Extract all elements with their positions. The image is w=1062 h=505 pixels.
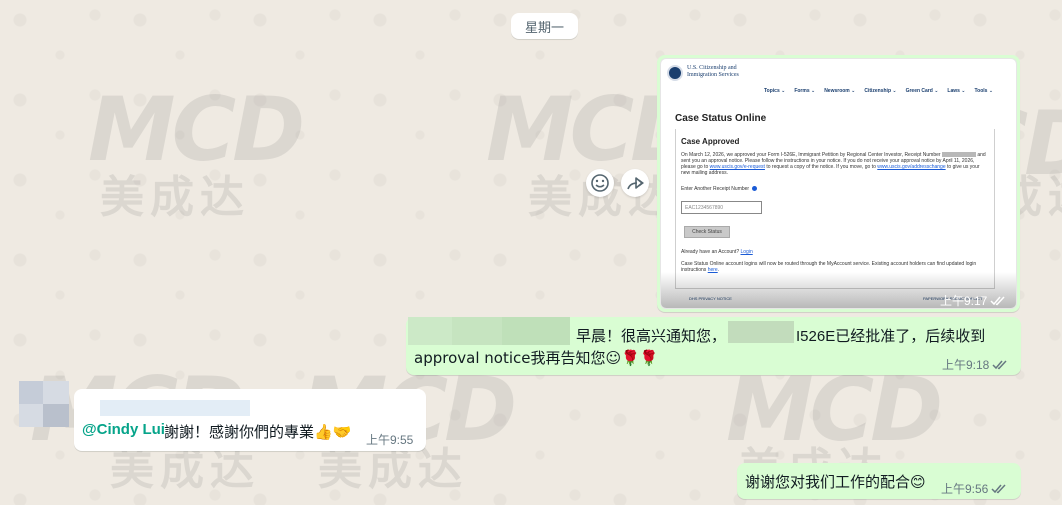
read-ticks-icon bbox=[992, 360, 1007, 370]
address-change-link: www.uscis.gov/addresschange bbox=[877, 164, 946, 170]
message-meta: 上午9:17 bbox=[940, 292, 1006, 309]
nav-item: Laws ⌄ bbox=[947, 88, 966, 94]
account-question-text: Already have an Account? bbox=[681, 249, 740, 255]
login-link: Login bbox=[740, 249, 753, 255]
account-question: Already have an Account? Login bbox=[681, 249, 753, 255]
receipt-label-text: Enter Another Receipt Number bbox=[681, 186, 750, 192]
avatar-pixel bbox=[19, 381, 43, 404]
forward-button[interactable] bbox=[621, 169, 649, 197]
nav-item: Topics ⌄ bbox=[764, 88, 786, 94]
message-text: approval notice我再告知您☺🌹🌹 bbox=[414, 349, 659, 367]
message-text: I526E已经批准了，后续收到 bbox=[796, 328, 986, 345]
redacted-sender-name bbox=[100, 400, 250, 416]
site-nav: Topics ⌄ Forms ⌄ Newsroom ⌄ Citizenship … bbox=[764, 88, 993, 94]
redacted-block bbox=[452, 317, 502, 345]
redacted-block bbox=[502, 317, 570, 345]
emoji-smile-icon bbox=[591, 174, 609, 192]
forward-icon bbox=[627, 177, 644, 190]
receipt-input: EAC1234567890 bbox=[681, 201, 762, 214]
read-ticks-icon bbox=[990, 296, 1005, 306]
date-separator: 星期一 bbox=[511, 13, 578, 39]
redacted-receipt bbox=[941, 152, 976, 158]
check-status-button: Check Status bbox=[684, 226, 730, 238]
nav-item: Green Card ⌄ bbox=[905, 88, 939, 94]
message-meta: 上午9:18 bbox=[942, 356, 1008, 373]
info-icon bbox=[752, 186, 758, 192]
outgoing-message[interactable]: 早晨！很高兴通知您， I526E已经批准了，后续收到 approval noti… bbox=[406, 317, 1021, 375]
redacted-block bbox=[728, 321, 794, 343]
message-meta: 上午9:56 bbox=[941, 480, 1007, 497]
mention-link[interactable]: @Cindy Lui bbox=[82, 421, 165, 438]
receipt-label: Enter Another Receipt Number bbox=[681, 186, 758, 192]
redacted-block bbox=[408, 317, 452, 345]
nav-item: Forms ⌄ bbox=[794, 88, 816, 94]
nav-item: Citizenship ⌄ bbox=[864, 88, 897, 94]
case-status-screenshot[interactable]: U.S. Citizenship and Immigration Service… bbox=[660, 58, 1017, 309]
case-status-title: Case Approved bbox=[681, 137, 740, 146]
agency-name: U.S. Citizenship and Immigration Service… bbox=[687, 65, 739, 78]
nav-item: Newsroom ⌄ bbox=[824, 88, 856, 94]
message-time: 上午9:56 bbox=[941, 482, 989, 496]
message-meta: 上午9:55 bbox=[366, 431, 413, 448]
avatar[interactable] bbox=[19, 381, 69, 427]
message-time: 上午9:55 bbox=[366, 433, 414, 447]
image-message[interactable]: U.S. Citizenship and Immigration Service… bbox=[657, 55, 1020, 312]
dhs-seal-icon bbox=[667, 65, 683, 81]
message-time: 上午9:17 bbox=[940, 294, 988, 308]
message-text: 謝謝！感謝你們的專業👍🤝 bbox=[164, 423, 352, 441]
read-ticks-icon bbox=[991, 484, 1006, 494]
message-text: 早晨！很高兴通知您， bbox=[576, 328, 727, 345]
incoming-message[interactable]: @Cindy Lui 謝謝！感謝你們的專業👍🤝 上午9:55 bbox=[74, 389, 426, 451]
para-text: to request a copy of the notice. If you … bbox=[766, 164, 876, 170]
page-heading: Case Status Online bbox=[675, 113, 767, 124]
outgoing-message[interactable]: 谢谢您对我们工作的配合😊 上午9:56 bbox=[737, 463, 1021, 499]
case-status-paragraph: On March 12, 2026, we approved your Form… bbox=[681, 152, 989, 176]
message-text: 谢谢您对我们工作的配合😊 bbox=[745, 473, 926, 491]
nav-item: Tools ⌄ bbox=[974, 88, 994, 94]
avatar-pixel bbox=[43, 404, 69, 427]
message-time: 上午9:18 bbox=[942, 358, 990, 372]
react-button[interactable] bbox=[586, 169, 614, 197]
